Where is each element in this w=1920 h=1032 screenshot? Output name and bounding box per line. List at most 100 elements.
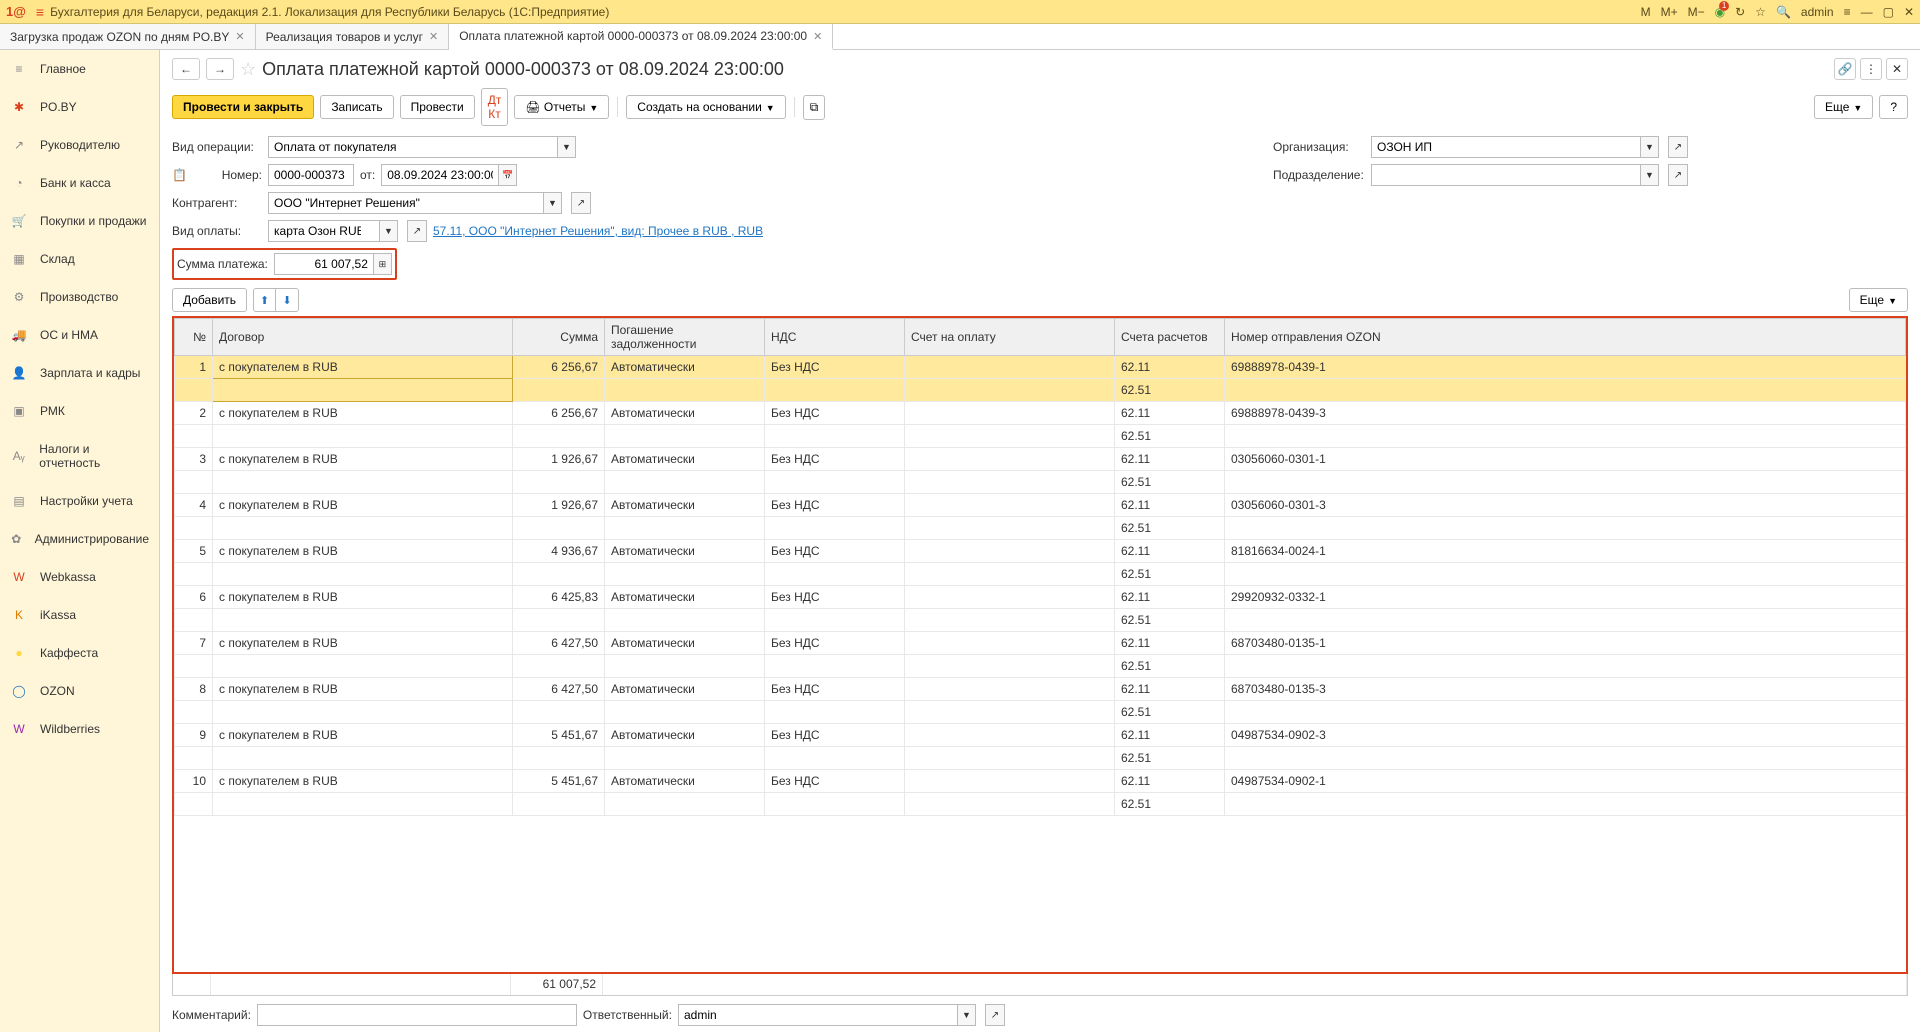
post-and-close-button[interactable]: Провести и закрыть	[172, 95, 314, 119]
date-picker-icon[interactable]: 📅	[499, 164, 517, 186]
sidebar-item-13[interactable]: WWebkassa	[0, 558, 159, 596]
paytype-open[interactable]: ↗	[407, 220, 427, 242]
sidebar-item-12[interactable]: ✿Администрирование	[0, 520, 159, 558]
responsible-open[interactable]: ↗	[985, 1004, 1005, 1026]
counterparty-input[interactable]	[268, 192, 544, 214]
tab-close-icon[interactable]: ✕	[813, 30, 822, 43]
table-row[interactable]: 4с покупателем в RUB1 926,67Автоматическ…	[175, 494, 1906, 517]
table-row[interactable]: 5с покупателем в RUB4 936,67Автоматическ…	[175, 540, 1906, 563]
reports-button[interactable]: 🖨 Отчеты▼	[514, 95, 609, 119]
org-input[interactable]	[1371, 136, 1641, 158]
sidebar-item-11[interactable]: ▤Настройки учета	[0, 482, 159, 520]
dept-input[interactable]	[1371, 164, 1641, 186]
sidebar-item-9[interactable]: ▣РМК	[0, 392, 159, 430]
help-button[interactable]: ?	[1879, 95, 1908, 119]
sidebar-item-2[interactable]: ↗Руководителю	[0, 126, 159, 164]
table-subrow[interactable]: 62.51	[175, 655, 1906, 678]
sidebar-item-1[interactable]: ✱PO.BY	[0, 88, 159, 126]
table-row[interactable]: 2с покупателем в RUB6 256,67Автоматическ…	[175, 402, 1906, 425]
responsible-dropdown[interactable]: ▼	[958, 1004, 976, 1026]
sidebar-item-8[interactable]: 👤Зарплата и кадры	[0, 354, 159, 392]
sidebar-item-0[interactable]: ≡Главное	[0, 50, 159, 88]
counterparty-open[interactable]: ↗	[571, 192, 591, 214]
table-subrow[interactable]: 62.51	[175, 609, 1906, 632]
sidebar-item-4[interactable]: 🛒Покупки и продажи	[0, 202, 159, 240]
tab-close-icon[interactable]: ✕	[429, 30, 438, 43]
col-repay[interactable]: Погашение задолженности	[605, 319, 765, 356]
table-subrow[interactable]: 62.51	[175, 701, 1906, 724]
sidebar-item-16[interactable]: ◯OZON	[0, 672, 159, 710]
post-button[interactable]: Провести	[400, 95, 475, 119]
table-row[interactable]: 9с покупателем в RUB5 451,67Автоматическ…	[175, 724, 1906, 747]
tab-1[interactable]: Реализация товаров и услуг✕	[256, 24, 450, 49]
col-invoice[interactable]: Счет на оплату	[905, 319, 1115, 356]
sidebar-item-6[interactable]: ⚙Производство	[0, 278, 159, 316]
settings-icon[interactable]: ≡	[1844, 5, 1851, 19]
tab-2[interactable]: Оплата платежной картой 0000-000373 от 0…	[449, 24, 833, 50]
comment-input[interactable]	[257, 1004, 577, 1026]
col-contract[interactable]: Договор	[213, 319, 513, 356]
sidebar-item-14[interactable]: KiKassa	[0, 596, 159, 634]
sidebar-item-15[interactable]: ●Каффеста	[0, 634, 159, 672]
notifications-icon[interactable]: ◉	[1715, 5, 1725, 19]
link-icon[interactable]: 🔗	[1834, 58, 1856, 80]
history-icon[interactable]: ↻	[1735, 5, 1745, 19]
sidebar-item-7[interactable]: 🚚ОС и НМА	[0, 316, 159, 354]
table-row[interactable]: 10с покупателем в RUB5 451,67Автоматичес…	[175, 770, 1906, 793]
nav-back-button[interactable]: ←	[172, 58, 200, 80]
favorites-icon[interactable]: ☆	[1755, 5, 1766, 19]
nav-forward-button[interactable]: →	[206, 58, 234, 80]
table-subrow[interactable]: 62.51	[175, 793, 1906, 816]
more-icon[interactable]: ⋮	[1860, 58, 1882, 80]
date-input[interactable]	[381, 164, 499, 186]
close-icon[interactable]: ✕	[1904, 5, 1914, 19]
op-type-dropdown[interactable]: ▼	[558, 136, 576, 158]
maximize-icon[interactable]: ▢	[1883, 5, 1894, 19]
create-based-on-button[interactable]: Создать на основании▼	[626, 95, 785, 119]
table-row[interactable]: 6с покупателем в RUB6 425,83Автоматическ…	[175, 586, 1906, 609]
table-row[interactable]: 3с покупателем в RUB1 926,67Автоматическ…	[175, 448, 1906, 471]
paytype-dropdown[interactable]: ▼	[380, 220, 398, 242]
search-icon[interactable]: 🔍	[1776, 5, 1791, 19]
dept-open[interactable]: ↗	[1668, 164, 1688, 186]
main-menu-icon[interactable]: ≡	[36, 4, 44, 20]
sum-calc-icon[interactable]: ⊞	[374, 253, 392, 275]
table-subrow[interactable]: 62.51	[175, 379, 1906, 402]
sidebar-item-3[interactable]: ◔Банк и касса	[0, 164, 159, 202]
table-subrow[interactable]: 62.51	[175, 563, 1906, 586]
sum-input[interactable]	[274, 253, 374, 275]
paytype-input[interactable]	[268, 220, 380, 242]
col-vat[interactable]: НДС	[765, 319, 905, 356]
add-row-button[interactable]: Добавить	[172, 288, 247, 312]
org-open[interactable]: ↗	[1668, 136, 1688, 158]
table-row[interactable]: 1с покупателем в RUB6 256,67Автоматическ…	[175, 356, 1906, 379]
org-dropdown[interactable]: ▼	[1641, 136, 1659, 158]
move-down-button[interactable]: ⬇	[276, 289, 298, 311]
memory-mplus[interactable]: M+	[1661, 5, 1678, 19]
more-button[interactable]: Еще▼	[1814, 95, 1873, 119]
sidebar-item-10[interactable]: AᵧНалоги и отчетность	[0, 430, 159, 482]
close-page-icon[interactable]: ✕	[1886, 58, 1908, 80]
sidebar-item-5[interactable]: ▦Склад	[0, 240, 159, 278]
col-accounts[interactable]: Счета расчетов	[1115, 319, 1225, 356]
dtKt-button[interactable]: ДтКт	[481, 88, 509, 126]
structure-button[interactable]: ⧉	[803, 95, 826, 120]
col-num[interactable]: №	[175, 319, 213, 356]
table-subrow[interactable]: 62.51	[175, 425, 1906, 448]
user-name[interactable]: admin	[1801, 5, 1834, 19]
tab-close-icon[interactable]: ✕	[235, 30, 244, 43]
minimize-icon[interactable]: —	[1861, 5, 1873, 19]
table-subrow[interactable]: 62.51	[175, 471, 1906, 494]
number-input[interactable]	[268, 164, 354, 186]
col-sum[interactable]: Сумма	[513, 319, 605, 356]
table-subrow[interactable]: 62.51	[175, 517, 1906, 540]
table-subrow[interactable]: 62.51	[175, 747, 1906, 770]
favorite-star-icon[interactable]: ☆	[240, 59, 256, 80]
table-row[interactable]: 7с покупателем в RUB6 427,50Автоматическ…	[175, 632, 1906, 655]
col-ozon[interactable]: Номер отправления OZON	[1225, 319, 1906, 356]
save-button[interactable]: Записать	[320, 95, 393, 119]
payment-link[interactable]: 57.11, ООО "Интернет Решения", вид: Проч…	[433, 224, 763, 238]
table-more-button[interactable]: Еще▼	[1849, 288, 1908, 312]
memory-m[interactable]: M	[1641, 5, 1651, 19]
sidebar-item-17[interactable]: WWildberries	[0, 710, 159, 748]
